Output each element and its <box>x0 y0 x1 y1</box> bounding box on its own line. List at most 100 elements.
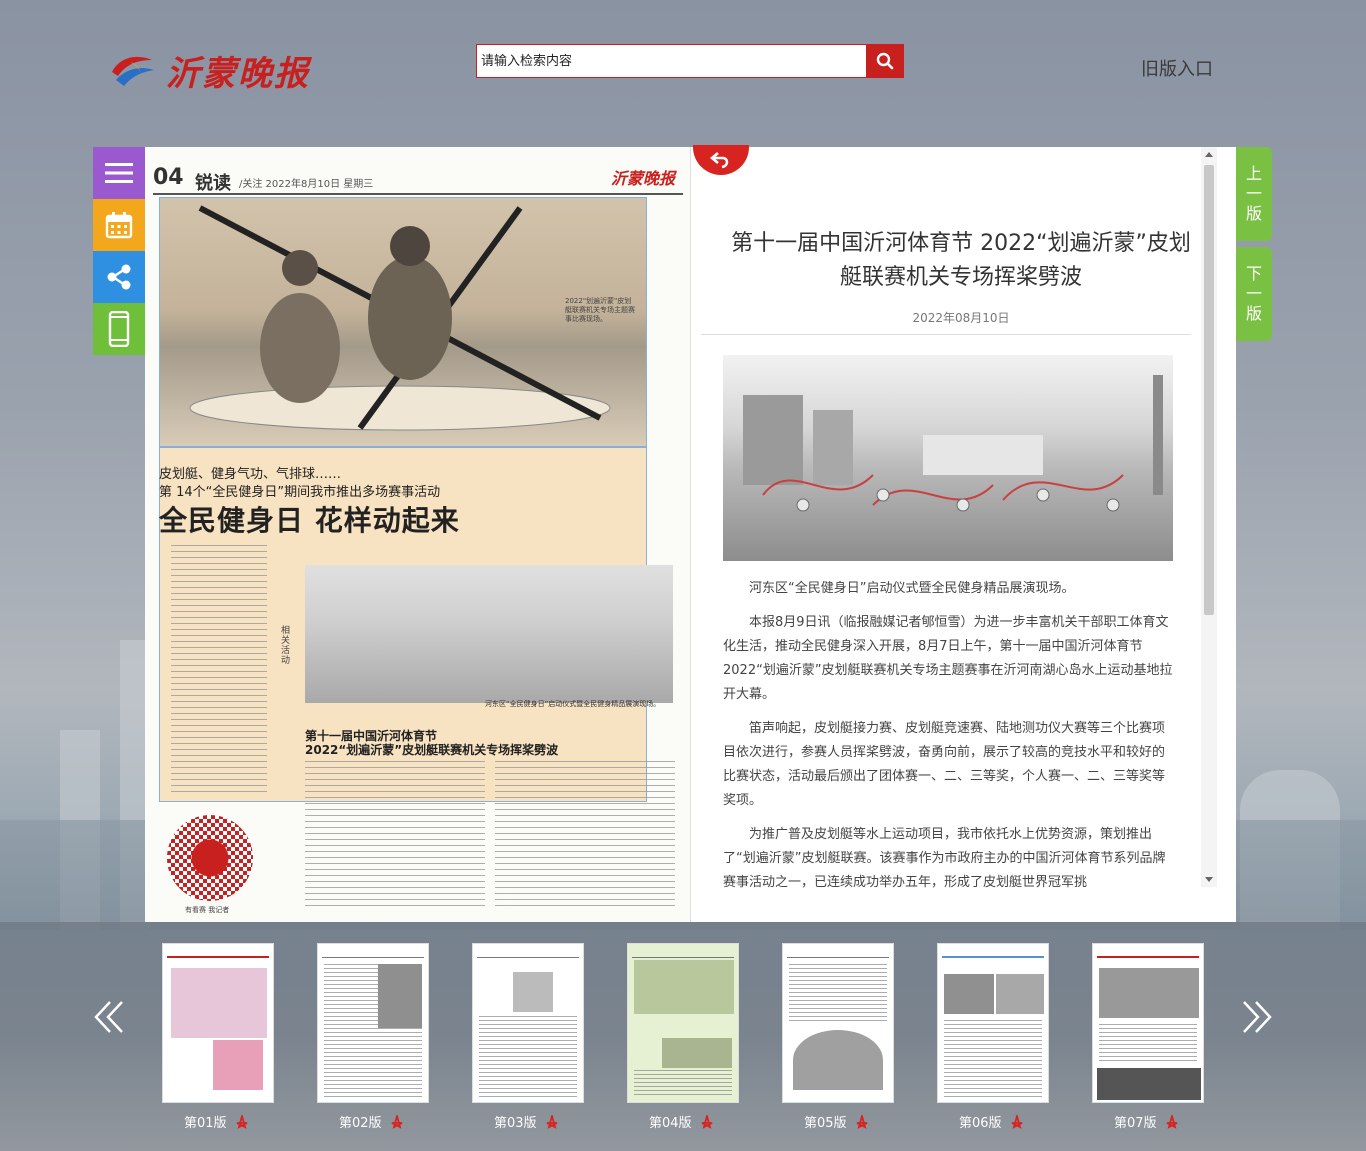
thumbnail-page-03[interactable] <box>472 943 584 1103</box>
thumbnail-page-07[interactable] <box>1092 943 1204 1103</box>
next-page-button[interactable]: 下 一 版 <box>1236 247 1272 341</box>
thumbnail-page-01[interactable] <box>162 943 274 1103</box>
logo-text: 沂蒙晚报 <box>166 53 310 94</box>
tool-bar <box>93 147 145 355</box>
article-view: 第十一届中国沂河体育节 2022“划遍沂蒙”皮划艇联赛机关专场挥桨劈波 2022… <box>693 147 1217 922</box>
article-paragraph: 河东区“全民健身日”启动仪式暨全民健身精品展演现场。 <box>749 581 1075 596</box>
prev-char: 上 <box>1245 164 1262 183</box>
pdf-icon[interactable] <box>1165 1114 1179 1129</box>
old-version-link[interactable]: 旧版入口 <box>1141 55 1213 81</box>
pdf-icon[interactable] <box>855 1114 869 1129</box>
kicker-line-2: 第 14个“全民健身日”期间我市推出多场赛事活动 <box>159 485 441 500</box>
divider <box>701 334 1191 335</box>
mobile-button[interactable] <box>93 303 145 355</box>
thumb-label-text: 第06版 <box>959 1116 1002 1131</box>
thumb-header <box>632 948 734 958</box>
page-header: 04 锐读 /关注 2022年8月10日 星期三 沂蒙晚报 <box>153 165 683 195</box>
text-column <box>495 761 675 911</box>
thumb-label-07[interactable]: 第07版 <box>1114 1112 1179 1131</box>
article-photo <box>723 355 1173 561</box>
thumb-header <box>942 948 1044 958</box>
pdf-icon[interactable] <box>545 1114 559 1129</box>
prev-page-button[interactable]: 上 一 版 <box>1236 147 1272 241</box>
page-brand: 沂蒙晚报 <box>610 169 675 188</box>
thumb-text <box>479 1016 577 1098</box>
scroll-down-icon[interactable] <box>1205 877 1213 882</box>
search-bar <box>476 44 904 78</box>
article-date: 2022年08月10日 <box>912 311 1010 325</box>
article-body: 河东区“全民健身日”启动仪式暨全民健身精品展演现场。 本报8月9日讯（临报融媒记… <box>723 577 1175 905</box>
next-char: 版 <box>1245 304 1262 323</box>
photo1-caption: 2022"划遍沂蒙"皮划艇联赛机关专场主题赛事比赛现场。 <box>565 297 635 324</box>
page-number: 04 <box>153 165 184 190</box>
logo-mark-icon <box>112 56 154 86</box>
article-title: 第十一届中国沂河体育节 2022“划遍沂蒙”皮划艇联赛机关专场挥桨劈波 <box>731 231 1191 290</box>
calendar-icon <box>105 212 133 239</box>
thumb-header <box>322 948 424 958</box>
photo2-caption: 河东区“全民健身日”启动仪式暨全民健身精品展演现场。 <box>485 700 661 708</box>
thumb-label-text: 第01版 <box>184 1116 227 1131</box>
thumb-image <box>662 1038 732 1068</box>
thumbnail-next-icon[interactable] <box>1240 1000 1274 1034</box>
thumb-header <box>477 948 579 958</box>
thumb-image <box>213 1040 263 1090</box>
scroll-up-icon[interactable] <box>1205 152 1213 157</box>
side-label: 相关活动 <box>281 626 291 666</box>
reader-panel: 04 锐读 /关注 2022年8月10日 星期三 沂蒙晚报 2022"划遍沂蒙"… <box>145 145 1236 922</box>
thumbnail-page-06[interactable] <box>937 943 1049 1103</box>
thumb-label-04[interactable]: 第04版 <box>649 1112 714 1131</box>
share-button[interactable] <box>93 251 145 303</box>
calendar-button[interactable] <box>93 199 145 251</box>
exercise-photo <box>305 565 673 703</box>
text-column <box>305 761 485 911</box>
thumb-label-text: 第05版 <box>804 1116 847 1131</box>
article-paragraph: 笛声响起，皮划艇接力赛、皮划艇竞速赛、陆地测功仪大赛等三个比赛项目依次进行，参赛… <box>723 721 1166 808</box>
thumb-text <box>944 1020 1042 1098</box>
mobile-icon <box>108 311 130 347</box>
menu-button[interactable] <box>93 147 145 199</box>
thumb-label-text: 第02版 <box>339 1116 382 1131</box>
menu-icon <box>105 163 133 183</box>
article-paragraph: 本报8月9日讯（临报融媒记者郇恒雪）为进一步丰富机关干部职工体育文化生活，推动全… <box>723 615 1173 702</box>
next-char: 一 <box>1245 284 1262 303</box>
pdf-icon[interactable] <box>390 1114 404 1129</box>
search-icon <box>876 52 894 70</box>
qr-code <box>167 815 253 901</box>
text-column <box>171 545 267 795</box>
thumb-label-02[interactable]: 第02版 <box>339 1112 404 1131</box>
exercise-illustration <box>743 375 1163 512</box>
thumb-header <box>1097 948 1199 958</box>
search-button[interactable] <box>866 44 904 78</box>
thumb-image <box>996 974 1044 1014</box>
article-paragraph: 为推广普及皮划艇等水上运动项目，我市依托水上优势资源，策划推出了“划遍沂蒙”皮划… <box>723 827 1166 890</box>
thumb-text <box>789 964 887 1024</box>
pdf-icon[interactable] <box>700 1114 714 1129</box>
thumb-label-text: 第07版 <box>1114 1116 1157 1131</box>
thumb-label-03[interactable]: 第03版 <box>494 1112 559 1131</box>
search-input[interactable] <box>476 44 866 78</box>
page-headline: 全民健身日 花样动起来 <box>159 504 460 537</box>
newspaper-page[interactable]: 04 锐读 /关注 2022年8月10日 星期三 沂蒙晚报 2022"划遍沂蒙"… <box>145 147 691 922</box>
thumbnail-page-02[interactable] <box>317 943 429 1103</box>
thumbnail-prev-icon[interactable] <box>92 1000 126 1034</box>
thumbnail-page-05[interactable] <box>782 943 894 1103</box>
thumb-header <box>787 948 889 958</box>
pdf-icon[interactable] <box>235 1114 249 1129</box>
kicker-line-1: 皮划艇、健身气功、气排球…… <box>159 467 342 482</box>
thumb-label-06[interactable]: 第06版 <box>959 1112 1024 1131</box>
page-subtitle: /关注 2022年8月10日 星期三 <box>239 179 374 190</box>
scroll-thumb[interactable] <box>1204 165 1214 615</box>
article-scrollbar[interactable] <box>1201 147 1217 887</box>
thumb-text <box>634 1070 732 1098</box>
thumb-image <box>1099 968 1199 1018</box>
thumb-label-01[interactable]: 第01版 <box>184 1112 249 1131</box>
thumb-image <box>513 972 553 1012</box>
thumb-label-text: 第04版 <box>649 1116 692 1131</box>
thumb-header <box>167 948 269 958</box>
pdf-icon[interactable] <box>1010 1114 1024 1129</box>
thumbnail-page-04[interactable] <box>627 943 739 1103</box>
qr-caption: 有看赛 我记者 <box>185 906 230 914</box>
prev-char: 一 <box>1245 184 1262 203</box>
thumb-label-05[interactable]: 第05版 <box>804 1112 869 1131</box>
site-logo[interactable]: 沂蒙晚报 <box>108 46 320 94</box>
